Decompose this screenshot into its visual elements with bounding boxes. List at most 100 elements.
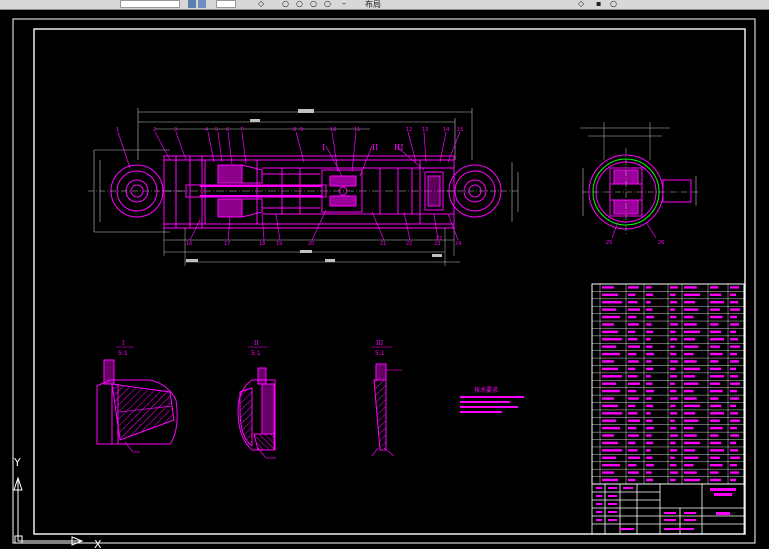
bom-cell-text: [670, 308, 675, 311]
bom-cell-text: [602, 412, 622, 415]
layer-icon[interactable]: [188, 0, 196, 8]
bom-cell-text: [710, 338, 724, 341]
balloon-11: 11: [354, 127, 360, 133]
bom-cell-text: [602, 345, 616, 348]
layer-state-combo[interactable]: [216, 0, 236, 8]
bom-cell-text: [602, 382, 616, 385]
detail-I-label: I: [122, 340, 125, 347]
bom-cell-text: [684, 367, 700, 371]
bom-cell-text: [730, 404, 736, 408]
drawing-viewport[interactable]: 1 2 3 4 5 6 7 8 9 10 11 12 13 14 15 16 1…: [0, 10, 769, 549]
settings-icon[interactable]: ○: [610, 0, 618, 8]
bom-cell-text: [670, 286, 678, 289]
bom-cell-text: [684, 456, 699, 459]
bom-cell-text: [684, 330, 700, 334]
help-icon[interactable]: ▪: [596, 0, 604, 8]
bom-cell-text: [710, 293, 722, 297]
bom-cell-text: [602, 441, 618, 445]
bom-cell-text: [646, 323, 652, 326]
bom-cell-text: [628, 315, 637, 319]
bom-cell-text: [730, 471, 739, 474]
bom-cell-text: [646, 382, 653, 385]
bom-cell-text: [730, 426, 737, 430]
bom-cell-text: [684, 389, 694, 393]
polar-icon[interactable]: ○: [296, 0, 304, 8]
bom-cell-text: [730, 456, 740, 459]
bom-cell-text: [710, 301, 724, 304]
bom-cell-text: [628, 323, 639, 326]
bom-cell-text: [710, 426, 723, 430]
bom-cell-text: [730, 345, 740, 348]
bom-cell-text: [684, 404, 700, 408]
bom-cell-text: [684, 301, 696, 304]
bom-cell-text: [684, 397, 697, 400]
bom-cell-text: [710, 471, 719, 474]
bom-cell-text: [646, 286, 652, 289]
balloon-15: 15: [457, 127, 463, 133]
balloon-25: 25: [606, 240, 612, 246]
ortho-icon[interactable]: ○: [282, 0, 290, 8]
bom-cell-text: [670, 293, 676, 297]
bom-cell-text: [646, 478, 654, 482]
bom-cell-text: [602, 463, 620, 467]
detail-I-scale: 5:1: [118, 350, 128, 357]
bom-cell-text: [602, 426, 620, 430]
bom-cell-text: [670, 352, 677, 356]
parts-list: [591, 283, 745, 485]
bom-cell-text: [730, 338, 738, 341]
detail-II-scale: 5:1: [251, 350, 261, 357]
bom-cell-text: [602, 308, 616, 311]
bom-cell-text: [670, 478, 676, 482]
bom-cell-text: [602, 471, 614, 474]
balloon-16: 16: [186, 241, 192, 247]
bom-cell-text: [602, 330, 618, 334]
bom-cell-text: [646, 456, 653, 459]
otrack-icon[interactable]: ○: [324, 0, 332, 8]
bom-cell-text: [602, 338, 622, 341]
bom-cell-text: [670, 463, 677, 467]
bom-cell-text: [684, 345, 699, 348]
bom-cell-text: [670, 426, 677, 430]
bom-cell-text: [730, 301, 738, 304]
bom-cell-text: [646, 301, 651, 304]
bom-cell-text: [646, 338, 651, 341]
bom-cell-text: [628, 382, 640, 385]
bom-cell-text: [670, 449, 678, 452]
bom-cell-text: [646, 471, 652, 474]
bom-cell-text: [710, 449, 724, 452]
detail-III-scale: 5:1: [375, 350, 385, 357]
bom-cell-text: [730, 375, 738, 378]
bom-cell-text: [710, 419, 720, 422]
toolbar: ◇ ○ ○ ○ ○ – 布局 ◇ ▪ ○: [0, 0, 769, 10]
balloon-14: 14: [443, 127, 449, 133]
zoom-icon[interactable]: –: [342, 0, 350, 8]
section-mark-II: II: [372, 143, 378, 152]
outer-frame: [12, 18, 756, 544]
bom-cell-text: [628, 478, 636, 482]
bom-cell-text: [710, 478, 722, 482]
pan-icon[interactable]: ◇: [578, 0, 586, 8]
bom-cell-text: [602, 323, 614, 326]
bom-cell-text: [710, 397, 719, 400]
bom-cell-text: [710, 360, 719, 363]
bom-cell-text: [730, 463, 737, 467]
bom-cell-text: [628, 360, 639, 363]
snap-icon[interactable]: ◇: [258, 0, 266, 8]
bom-cell-text: [684, 286, 697, 289]
bom-cell-text: [710, 404, 722, 408]
bom-cell-text: [710, 308, 720, 311]
bom-cell-text: [730, 360, 739, 363]
bom-cell-text: [710, 367, 722, 371]
balloon-7: 7: [240, 127, 243, 133]
bom-cell-text: [602, 360, 614, 363]
osnap-icon[interactable]: ○: [310, 0, 318, 8]
bom-cell-text: [684, 338, 696, 341]
grid-icon[interactable]: [198, 0, 206, 8]
bom-cell-text: [710, 382, 720, 385]
bom-cell-text: [646, 412, 651, 415]
bom-cell-text: [730, 389, 737, 393]
bom-cell-text: [646, 434, 652, 437]
bom-cell-text: [646, 397, 652, 400]
layer-combo[interactable]: [120, 0, 180, 8]
bom-cell-text: [710, 389, 723, 393]
